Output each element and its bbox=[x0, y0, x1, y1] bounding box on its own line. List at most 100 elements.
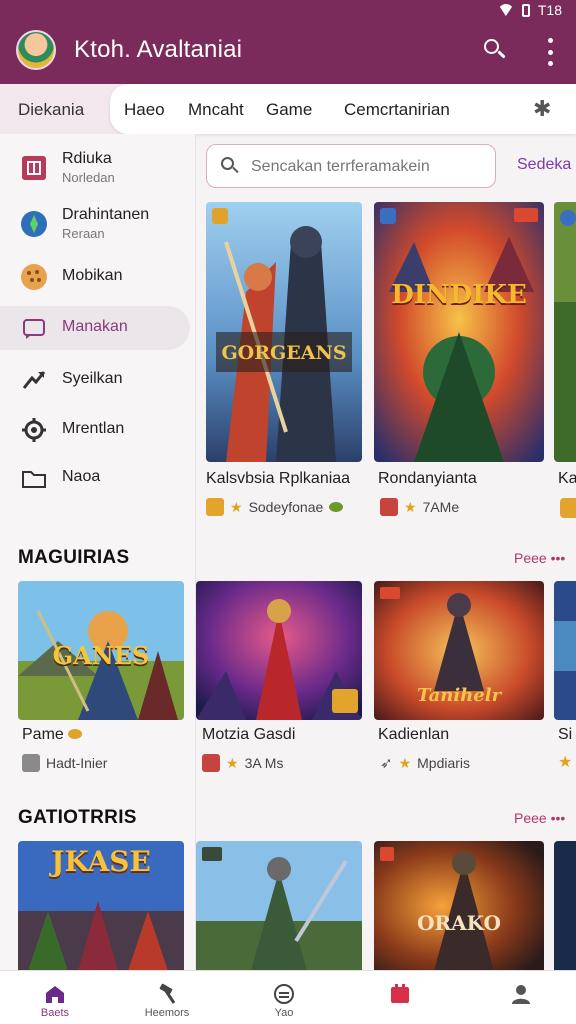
card-art-text: Tanihelr bbox=[416, 685, 502, 706]
sidebar-item-rdiuka[interactable]: Rdiuka Norledan bbox=[0, 146, 196, 190]
sidebar-item-sublabel: Reraan bbox=[62, 226, 105, 241]
star-icon: ★ bbox=[404, 498, 417, 515]
status-dot-icon bbox=[329, 502, 344, 512]
sidebar-item-sublabel: Norledan bbox=[62, 170, 115, 185]
gear-icon bbox=[22, 418, 46, 442]
sidebar-item-naoa[interactable]: Naoa bbox=[0, 456, 196, 500]
featured-card-title[interactable]: Rondanyianta bbox=[378, 470, 477, 488]
card-title[interactable]: Si bbox=[558, 726, 572, 744]
sidebar-item-drahintanen[interactable]: Drahintanen Reraan bbox=[0, 202, 196, 246]
featured-card-meta: ★ 7AMe bbox=[380, 498, 459, 516]
section-card-image[interactable]: Tanihelr bbox=[374, 581, 544, 720]
more-menu-icon[interactable] bbox=[540, 38, 560, 66]
section-card-image[interactable] bbox=[196, 841, 362, 971]
sidebar-item-manakan[interactable]: Manakan bbox=[0, 306, 190, 350]
nav-item-yao[interactable]: Yao bbox=[229, 971, 339, 1024]
featured-art-text: DINDIKE bbox=[391, 280, 527, 310]
card-title[interactable]: Pame bbox=[22, 726, 83, 744]
trending-icon bbox=[22, 371, 46, 389]
star-icon: ★ bbox=[398, 754, 412, 771]
avatar[interactable] bbox=[16, 30, 56, 70]
nav-label: Yao bbox=[274, 1007, 294, 1019]
chat-icon bbox=[23, 319, 45, 339]
featured-card-image-3[interactable] bbox=[554, 202, 576, 462]
sidebar-item-mobikan[interactable]: Mobikan bbox=[0, 255, 196, 299]
cookie-icon bbox=[21, 264, 47, 290]
star-icon: ★ bbox=[226, 754, 239, 771]
section-card-image[interactable]: JKASE bbox=[18, 841, 184, 971]
card-meta: ★ 3A Ms bbox=[202, 754, 283, 772]
section-card-image[interactable] bbox=[196, 581, 362, 720]
featured-card-image-1[interactable]: GORGEANS bbox=[206, 202, 362, 462]
person-icon bbox=[512, 985, 530, 1004]
section-title: MAGUIRIAS bbox=[18, 547, 130, 568]
sidebar-item-label: Syeilkan bbox=[62, 370, 123, 387]
search-input[interactable] bbox=[251, 155, 487, 179]
card-meta: ➶ ★ Mpdiaris bbox=[380, 754, 471, 773]
featured-card-title[interactable]: Kalsvbsia Rplkaniaa bbox=[206, 470, 350, 488]
wifi-icon bbox=[497, 4, 514, 16]
badge-icon bbox=[68, 729, 83, 739]
status-time: T18 bbox=[537, 2, 562, 18]
tab-haeo[interactable]: Haeo bbox=[124, 100, 165, 120]
bottom-nav: Baets Heemors Yao bbox=[0, 970, 576, 1024]
app-title: Ktoh. Avaltaniai bbox=[74, 36, 243, 63]
hammer-icon bbox=[159, 983, 176, 1004]
nav-label: Heemors bbox=[144, 1007, 190, 1019]
card-title[interactable]: Kadienlan bbox=[378, 726, 449, 744]
section-title: GATIOTRRIS bbox=[18, 807, 137, 828]
star-icon: ★ bbox=[558, 754, 573, 771]
section-card-image[interactable]: ORAKO bbox=[374, 841, 544, 971]
nav-item-heemors[interactable]: Heemors bbox=[112, 971, 222, 1024]
tab-cemcrtanirian[interactable]: Cemcrtanirian bbox=[344, 100, 450, 120]
share-icon: ➶ bbox=[380, 755, 393, 772]
featured-card-meta: ★ Sodeyfonae bbox=[206, 498, 344, 516]
featured-card-title[interactable]: Ka bbox=[558, 470, 576, 488]
publisher-icon bbox=[560, 498, 576, 518]
card-art-text: JKASE bbox=[51, 845, 151, 878]
sidebar-item-syeilkan[interactable]: Syeilkan bbox=[0, 358, 196, 402]
sidebar-item-label: Naoa bbox=[62, 468, 101, 485]
featured-card-image-2[interactable]: DINDIKE bbox=[374, 202, 544, 462]
nav-item-baets[interactable]: Baets bbox=[0, 971, 110, 1024]
search-field[interactable] bbox=[206, 144, 496, 188]
tab-mncaht[interactable]: Mncaht bbox=[188, 100, 244, 120]
tabs-container bbox=[110, 84, 576, 134]
sort-link[interactable]: Sedeka bbox=[517, 156, 571, 174]
sidebar-item-label: Mobikan bbox=[62, 267, 123, 284]
section-card-image[interactable] bbox=[554, 581, 576, 720]
home-icon bbox=[46, 986, 64, 1003]
publisher-icon bbox=[380, 498, 398, 516]
sidebar-item-label: Mrentlan bbox=[62, 420, 125, 437]
section-see-more-link[interactable]: Peee ••• bbox=[514, 810, 565, 826]
sidebar-item-label: Manakan bbox=[62, 318, 128, 335]
publisher-icon bbox=[206, 498, 224, 516]
section-see-more-link[interactable]: Peee ••• bbox=[514, 550, 565, 566]
tab-game[interactable]: Game bbox=[266, 100, 312, 120]
status-bar: T18 bbox=[497, 2, 562, 18]
nav-label: Baets bbox=[40, 1007, 70, 1019]
app-bar: T18 Ktoh. Avaltaniai bbox=[0, 0, 576, 84]
card-title[interactable]: Motzia Gasdi bbox=[202, 726, 295, 744]
card-meta: Hadt-Inier bbox=[22, 754, 107, 772]
nav-item-calendar[interactable] bbox=[345, 971, 455, 1024]
publisher-icon bbox=[22, 754, 40, 772]
star-icon: ★ bbox=[230, 498, 243, 515]
search-icon[interactable] bbox=[480, 36, 510, 66]
battery-icon bbox=[521, 3, 530, 17]
calendar-icon bbox=[391, 984, 409, 1003]
nav-item-profile[interactable] bbox=[466, 971, 576, 1024]
sidebar-item-label: Rdiuka bbox=[62, 150, 112, 167]
sidebar-item-mrentlan[interactable]: Mrentlan bbox=[0, 408, 196, 452]
section-card-image[interactable]: GANES bbox=[18, 581, 184, 720]
featured-art-text: GORGEANS bbox=[221, 342, 347, 364]
tab-first[interactable]: Diekania bbox=[18, 100, 84, 120]
card-art-text: GANES bbox=[52, 641, 150, 670]
folder-icon bbox=[22, 471, 46, 488]
sparkle-icon[interactable]: ✱ bbox=[533, 96, 551, 122]
search-icon bbox=[221, 157, 239, 175]
compass-icon bbox=[21, 211, 47, 237]
publisher-icon bbox=[202, 754, 220, 772]
section-card-image[interactable] bbox=[554, 841, 576, 971]
grid-icon bbox=[22, 156, 46, 180]
